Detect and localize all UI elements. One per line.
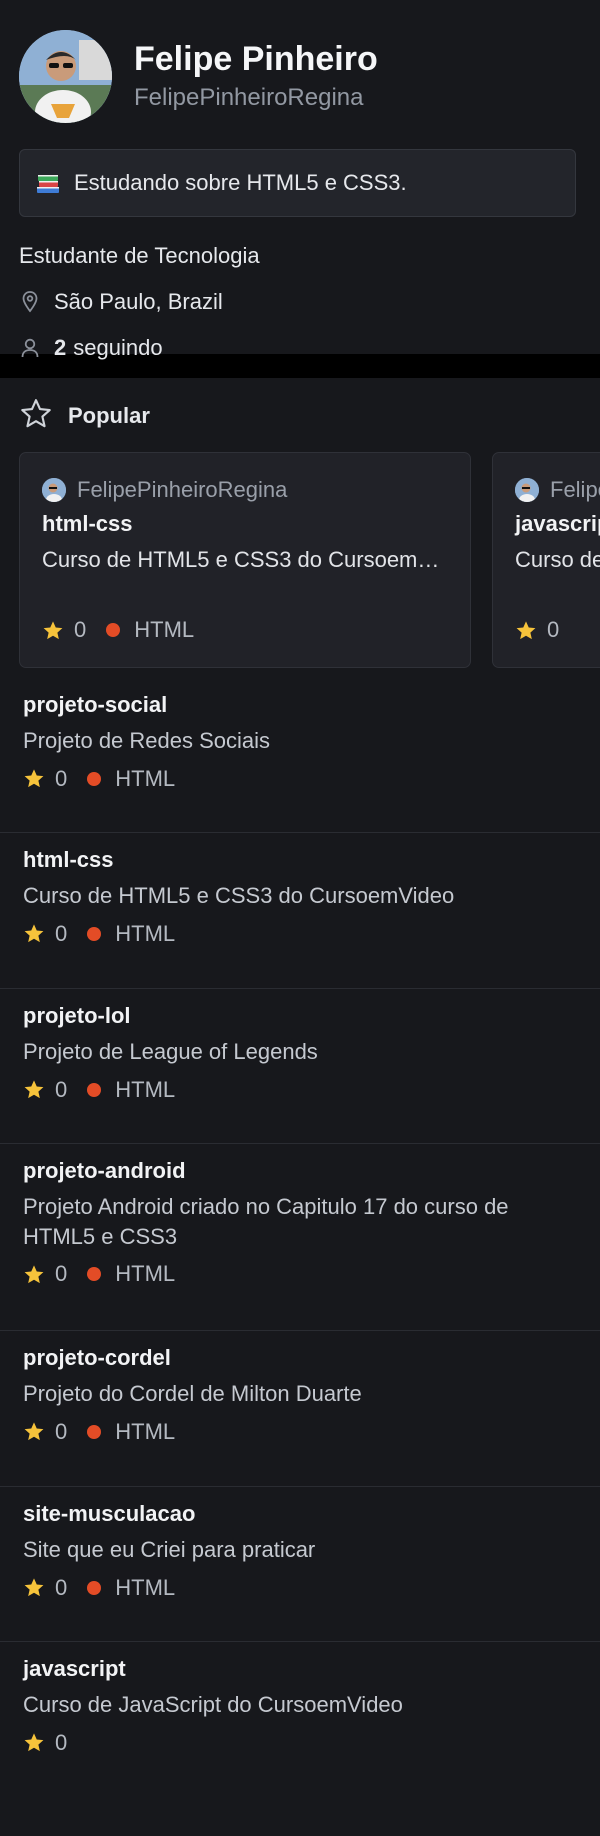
language-name: HTML — [115, 1574, 176, 1600]
repo-stats: 0 HTML — [23, 1575, 578, 1601]
location-pin-icon — [19, 291, 41, 313]
repo-stats: 0 HTML — [23, 1261, 578, 1287]
card-repo-description: Curso de HTML5 e CSS3 do CursoemVideo — [42, 547, 448, 572]
language-color-dot — [87, 926, 102, 941]
repo-stats: 0 HTML — [23, 921, 578, 947]
language-color-dot — [87, 1424, 102, 1439]
language-name: HTML — [115, 765, 176, 791]
language-name: HTML — [115, 920, 176, 946]
repo-name[interactable]: javascript — [23, 1656, 578, 1682]
status-text: Estudando sobre HTML5 e CSS3. — [74, 170, 407, 195]
repo-description: Projeto de League of Legends — [23, 1039, 318, 1064]
popular-carousel[interactable]: FelipePinheiroRegina html-css Curso de H… — [0, 452, 600, 668]
repo-row[interactable]: projeto-android Projeto Android criado n… — [0, 1144, 600, 1331]
star-filled-icon — [42, 620, 64, 641]
star-count: 0 — [55, 920, 68, 946]
star-filled-icon — [23, 1264, 45, 1285]
language-name: HTML — [134, 617, 195, 642]
person-icon — [19, 338, 41, 358]
repo-description: Projeto Android criado no Capitulo 17 do… — [23, 1194, 509, 1249]
repo-row[interactable]: javascript Curso de JavaScript do Cursoe… — [0, 1642, 600, 1792]
profile-login: FelipePinheiroRegina — [134, 84, 364, 112]
star-count: 0 — [55, 765, 68, 791]
books-emoji-icon — [36, 172, 60, 194]
card-repo-name: javascript — [515, 511, 600, 536]
status-box[interactable]: Estudando sobre HTML5 e CSS3. — [19, 149, 576, 217]
popular-title: Popular — [68, 403, 150, 428]
owner-avatar — [515, 478, 539, 502]
repo-description: Projeto do Cordel de Milton Duarte — [23, 1381, 362, 1406]
profile-bio: Estudante de Tecnologia — [19, 243, 260, 268]
repo-description: Curso de JavaScript do CursoemVideo — [23, 1692, 403, 1717]
language-color-dot — [87, 771, 102, 786]
repo-name[interactable]: html-css — [23, 847, 578, 873]
language-name: HTML — [115, 1261, 176, 1287]
language-color-dot — [106, 623, 121, 637]
owner-avatar — [42, 478, 66, 502]
popular-header: Popular — [0, 378, 600, 450]
repo-name[interactable]: projeto-cordel — [23, 1345, 578, 1371]
repo-row[interactable]: site-musculacao Site que eu Criei para p… — [0, 1487, 600, 1642]
repo-stats: 0 HTML — [23, 1419, 578, 1445]
profile-section: Felipe Pinheiro FelipePinheiroRegina Est… — [0, 0, 600, 360]
card-owner: FelipePinheiroRegina — [515, 477, 600, 503]
star-filled-icon — [23, 1079, 45, 1100]
repo-description: Projeto de Redes Sociais — [23, 728, 271, 753]
card-owner: FelipePinheiroRegina — [42, 477, 448, 503]
language-name: HTML — [115, 1076, 176, 1102]
star-filled-icon — [23, 1732, 45, 1753]
repo-description: Curso de HTML5 e CSS3 do CursoemVideo — [23, 883, 455, 908]
card-stats: 0 — [515, 617, 559, 643]
repositories-section: Popular FelipePinheiroRegina html-css Cu… — [0, 378, 600, 1836]
star-filled-icon — [23, 768, 45, 789]
repo-description: Site que eu Criei para praticar — [23, 1537, 316, 1562]
card-owner-login: FelipePinheiroRegina — [77, 477, 288, 502]
language-color-dot — [87, 1580, 102, 1595]
repo-row[interactable]: projeto-lol Projeto de League of Legends… — [0, 989, 600, 1144]
star-filled-icon — [23, 923, 45, 944]
language-color-dot — [87, 1267, 102, 1282]
star-filled-icon — [515, 620, 537, 641]
card-repo-description: Curso de JavaScript do CursoemVideo — [515, 547, 600, 572]
star-count: 0 — [74, 617, 87, 642]
location-text: São Paulo, Brazil — [54, 289, 223, 314]
card-repo-name: html-css — [42, 511, 133, 536]
star-count: 0 — [55, 1261, 68, 1287]
language-name: HTML — [115, 1418, 176, 1444]
popular-card[interactable]: FelipePinheiroRegina javascript Curso de… — [492, 452, 600, 668]
card-stats: 0 HTML — [42, 617, 194, 643]
repo-stats: 0 HTML — [23, 1077, 578, 1103]
card-owner-login: FelipePinheiroRegina — [550, 477, 600, 502]
repository-list: projeto-social Projeto de Redes Sociais … — [0, 678, 600, 1792]
avatar[interactable] — [19, 30, 112, 123]
repo-stats: 0 — [23, 1730, 578, 1756]
profile-names: Felipe Pinheiro FelipePinheiroRegina — [134, 39, 378, 112]
profile-header: Felipe Pinheiro FelipePinheiroRegina — [19, 30, 576, 123]
star-count: 0 — [55, 1076, 68, 1102]
repo-row[interactable]: projeto-cordel Projeto do Cordel de Milt… — [0, 1331, 600, 1487]
star-count: 0 — [55, 1574, 68, 1600]
star-filled-icon — [23, 1421, 45, 1442]
popular-card[interactable]: FelipePinheiroRegina html-css Curso de H… — [19, 452, 471, 668]
star-count: 0 — [55, 1418, 68, 1444]
repo-stats: 0 HTML — [23, 766, 578, 792]
location-row: São Paulo, Brazil — [19, 289, 576, 315]
repo-name[interactable]: site-musculacao — [23, 1501, 578, 1527]
star-outline-icon — [20, 398, 52, 434]
repo-name[interactable]: projeto-android — [23, 1158, 578, 1184]
language-color-dot — [87, 1082, 102, 1097]
star-count: 0 — [547, 617, 560, 642]
star-count: 0 — [55, 1729, 68, 1755]
following-label: seguindo — [73, 335, 163, 360]
repo-name[interactable]: projeto-social — [23, 692, 578, 718]
repo-name[interactable]: projeto-lol — [23, 1003, 578, 1029]
repo-row[interactable]: projeto-social Projeto de Redes Sociais … — [0, 678, 600, 833]
following-count: 2 — [54, 335, 67, 360]
star-filled-icon — [23, 1577, 45, 1598]
profile-name: Felipe Pinheiro — [134, 39, 378, 78]
repo-row[interactable]: html-css Curso de HTML5 e CSS3 do Cursoe… — [0, 833, 600, 989]
